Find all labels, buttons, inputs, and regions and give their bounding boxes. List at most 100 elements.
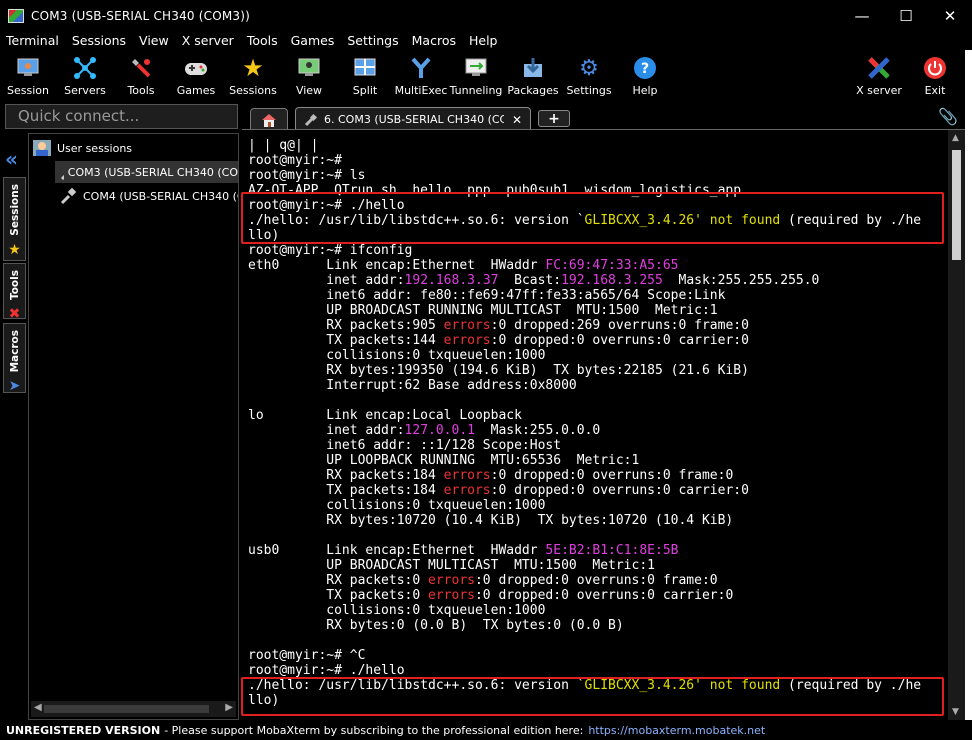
terminal-line: RX packets:184 errors:0 dropped:0 overru…	[248, 468, 734, 483]
view-button[interactable]: View	[281, 52, 337, 100]
paperclip-icon[interactable]: 📎	[938, 107, 958, 126]
scrollbar-thumb[interactable]	[44, 705, 209, 713]
scroll-left-icon[interactable]: ◀	[34, 702, 42, 713]
terminal-line: eth0 Link encap:Ethernet HWaddr FC:69:47…	[248, 258, 679, 273]
terminal-line: UP LOOPBACK RUNNING MTU:65536 Metric:1	[248, 453, 640, 468]
mobaxterm-link[interactable]: https://mobaxterm.mobatek.net	[588, 724, 765, 737]
x-server-icon	[866, 55, 892, 81]
games-button[interactable]: Games	[168, 52, 224, 100]
terminal-line: root@myir:~# ls	[248, 168, 366, 183]
menu-tools[interactable]: Tools	[247, 33, 278, 48]
toolbar: Session Servers Tools Games ★ Sessions V…	[0, 50, 972, 102]
exit-button[interactable]: Exit	[907, 52, 963, 100]
terminal-line: Interrupt:62 Base address:0x8000	[248, 378, 577, 393]
session-button[interactable]: Session	[0, 52, 56, 100]
session-item-com4[interactable]: COM4 (USB-SERIAL CH340 (CO	[55, 185, 238, 207]
view-icon	[296, 55, 322, 81]
help-button[interactable]: ? Help	[617, 52, 673, 100]
tab-com3[interactable]: 6. COM3 (USB-SERIAL CH340 (CC ✕	[295, 107, 531, 131]
sessions-panel: User sessions COM3 (USB-SERIAL CH340 (CO…	[28, 133, 239, 720]
status-bar: UNREGISTERED VERSION - Please support Mo…	[0, 720, 972, 740]
terminal-vertical-scrollbar[interactable]: ▲ ▼	[948, 130, 965, 720]
monitor-icon	[15, 55, 41, 81]
multiexec-icon	[408, 55, 434, 81]
terminal-line: inet addr:192.168.3.37 Bcast:192.168.3.2…	[248, 273, 820, 288]
side-tab-strip: « Sessions ★ Tools ✖ Macros ➤	[0, 133, 28, 720]
terminal-line: UP BROADCAST MULTICAST MTU:1500 Metric:1	[248, 558, 655, 573]
new-tab-button[interactable]: +	[538, 110, 570, 127]
menu-x-server[interactable]: X server	[182, 33, 234, 48]
highlight-box-error-2	[241, 677, 944, 716]
servers-button[interactable]: Servers	[57, 52, 113, 100]
menu-games[interactable]: Games	[291, 33, 335, 48]
minimize-button[interactable]: —	[840, 0, 884, 31]
unregistered-label: UNREGISTERED VERSION	[6, 723, 161, 737]
terminal-line: RX bytes:199350 (194.6 KiB) TX bytes:221…	[248, 363, 749, 378]
star-icon: ★	[242, 54, 264, 82]
terminal-line: | | q@| |	[248, 138, 319, 153]
terminal-line: RX bytes:0 (0.0 B) TX bytes:0 (0.0 B)	[248, 618, 624, 633]
svg-text:?: ?	[641, 61, 649, 77]
scrollbar-thumb[interactable]	[952, 150, 961, 260]
settings-button[interactable]: ⚙ Settings	[561, 52, 617, 100]
menu-sessions[interactable]: Sessions	[72, 33, 126, 48]
menu-help[interactable]: Help	[469, 33, 498, 48]
gamepad-icon	[183, 55, 209, 81]
user-icon	[33, 140, 51, 156]
home-icon	[262, 113, 276, 127]
side-tab-macros[interactable]: Macros ➤	[3, 323, 26, 394]
serial-plug-icon	[304, 113, 318, 126]
window-controls: — ☐ ✕	[840, 0, 972, 31]
scroll-right-icon[interactable]: ▶	[225, 702, 233, 713]
quick-connect-input[interactable]: Quick connect...	[5, 104, 238, 129]
tools-icon: ✖	[8, 306, 21, 323]
terminal-line: root@myir:~#	[248, 153, 342, 168]
tools-icon	[128, 55, 154, 81]
title-bar: COM3 (USB-SERIAL CH340 (COM3)) — ☐ ✕	[0, 0, 972, 31]
help-icon: ?	[632, 55, 658, 81]
menu-macros[interactable]: Macros	[412, 33, 456, 48]
terminal-line: collisions:0 txqueuelen:1000	[248, 498, 546, 513]
side-tab-sessions[interactable]: Sessions ★	[3, 177, 26, 261]
maximize-button[interactable]: ☐	[884, 0, 928, 31]
split-button[interactable]: Split	[337, 52, 393, 100]
terminal-line: inet6 addr: fe80::fe69:47ff:fe33:a565/64…	[248, 288, 726, 303]
tools-button[interactable]: Tools	[113, 52, 169, 100]
scroll-down-icon[interactable]: ▼	[952, 707, 959, 717]
split-icon	[352, 55, 378, 81]
terminal-line: inet addr:127.0.0.1 Mask:255.0.0.0	[248, 423, 601, 438]
terminal-line: TX packets:0 errors:0 dropped:0 overruns…	[248, 588, 734, 603]
window-title: COM3 (USB-SERIAL CH340 (COM3))	[31, 8, 251, 23]
terminal-line: RX bytes:10720 (10.4 KiB) TX bytes:10720…	[248, 513, 734, 528]
tunneling-button[interactable]: Tunneling	[448, 52, 504, 100]
terminal-line: root@myir:~# ./hello	[248, 663, 405, 678]
sessions-horizontal-scrollbar[interactable]: ◀ ▶	[31, 701, 236, 717]
terminal-line: RX packets:905 errors:0 dropped:269 over…	[248, 318, 749, 333]
scroll-up-icon[interactable]: ▲	[952, 133, 959, 143]
close-button[interactable]: ✕	[928, 0, 972, 31]
terminal-line: collisions:0 txqueuelen:1000	[248, 348, 546, 363]
terminal-line: root@myir:~# ^C	[248, 648, 366, 663]
tab-close-icon[interactable]: ✕	[512, 113, 522, 127]
terminal-line: root@myir:~# ifconfig	[248, 243, 413, 258]
session-item-com3[interactable]: COM3 (USB-SERIAL CH340 (CO	[55, 161, 238, 183]
user-sessions-folder[interactable]: User sessions	[33, 140, 132, 156]
star-icon: ★	[8, 241, 21, 258]
tab-bar: 6. COM3 (USB-SERIAL CH340 (CC ✕ + 📎	[242, 104, 972, 131]
menu-terminal[interactable]: Terminal	[6, 33, 59, 48]
tunneling-icon	[463, 55, 489, 81]
packages-button[interactable]: Packages	[505, 52, 561, 100]
side-tab-tools[interactable]: Tools ✖	[3, 263, 26, 323]
tab-home[interactable]	[250, 108, 288, 130]
x-server-button[interactable]: X server	[851, 52, 907, 100]
sessions-button[interactable]: ★ Sessions	[225, 52, 281, 100]
terminal-line: usb0 Link encap:Ethernet HWaddr 5E:B2:B1…	[248, 543, 679, 558]
menu-view[interactable]: View	[139, 33, 169, 48]
menu-settings[interactable]: Settings	[347, 33, 398, 48]
terminal-line: TX packets:144 errors:0 dropped:0 overru…	[248, 333, 749, 348]
multiexec-button[interactable]: MultiExec	[393, 52, 449, 100]
collapse-sidebar-icon[interactable]: «	[5, 147, 18, 171]
terminal-line: collisions:0 txqueuelen:1000	[248, 603, 546, 618]
terminal-line: UP BROADCAST RUNNING MULTICAST MTU:1500 …	[248, 303, 718, 318]
terminal-line: TX packets:184 errors:0 dropped:0 overru…	[248, 483, 749, 498]
